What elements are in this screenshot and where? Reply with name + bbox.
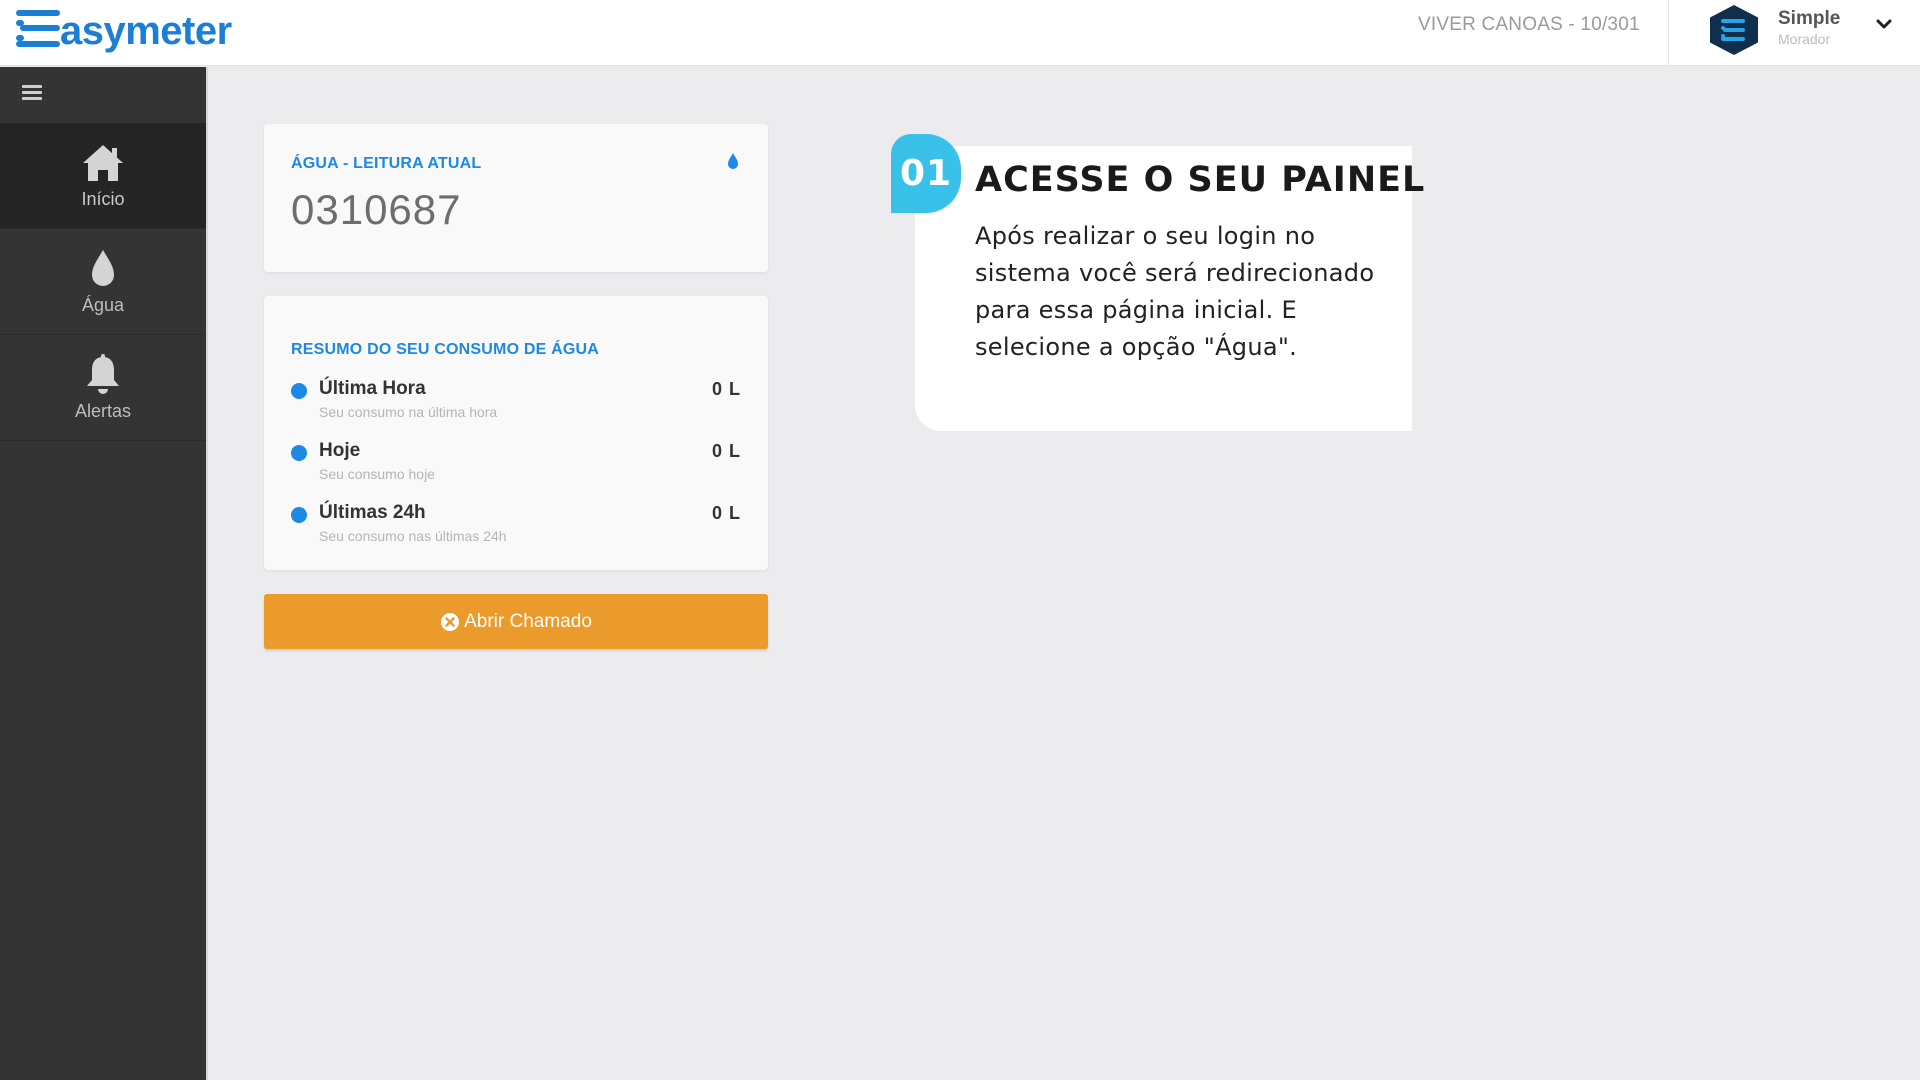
step-number-badge: 01 bbox=[891, 134, 961, 213]
avatar[interactable] bbox=[1710, 5, 1758, 55]
sidebar-item-inicio[interactable]: Início bbox=[0, 123, 206, 229]
summary-value: 0 L bbox=[711, 441, 741, 461]
summary-value: 0 L bbox=[711, 379, 741, 399]
current-reading-card: ÁGUA - LEITURA ATUAL 0310687 bbox=[264, 124, 768, 272]
summary-label: Últimas 24h bbox=[319, 502, 426, 523]
avatar-logo-icon bbox=[1721, 18, 1747, 42]
summary-label: Hoje bbox=[319, 440, 361, 461]
bullet-dot-icon bbox=[291, 507, 307, 523]
building-unit-label: VIVER CANOAS - 10/301 bbox=[1418, 14, 1640, 35]
consumption-summary-card: RESUMO DO SEU CONSUMO DE ÁGUA Última Hor… bbox=[264, 296, 768, 570]
bullet-dot-icon bbox=[291, 445, 307, 461]
summary-label: Última Hora bbox=[319, 378, 426, 399]
sidebar-item-label: Início bbox=[81, 189, 125, 209]
callout-title: ACESSE O SEU PAINEL bbox=[975, 160, 1426, 200]
sidebar: Início Água Alertas bbox=[0, 67, 208, 1080]
bell-icon bbox=[87, 354, 119, 394]
user-name[interactable]: Simple bbox=[1778, 8, 1840, 30]
chevron-down-icon[interactable] bbox=[1874, 14, 1894, 34]
top-header: asymeter VIVER CANOAS - 10/301 Simple Mo… bbox=[0, 0, 1920, 66]
sidebar-item-alertas[interactable]: Alertas bbox=[0, 335, 206, 441]
logo-text: asymeter bbox=[60, 8, 232, 53]
open-ticket-label: Abrir Chamado bbox=[464, 610, 592, 632]
water-drop-icon bbox=[728, 153, 738, 169]
user-role: Morador bbox=[1778, 31, 1831, 47]
sidebar-item-agua[interactable]: Água bbox=[0, 229, 206, 335]
callout-body: Após realizar o seu login no sistema voc… bbox=[975, 222, 1375, 361]
summary-card-title: RESUMO DO SEU CONSUMO DE ÁGUA bbox=[291, 341, 600, 358]
open-ticket-button[interactable]: Abrir Chamado bbox=[264, 594, 768, 649]
home-icon bbox=[83, 145, 123, 181]
close-circle-icon bbox=[441, 612, 460, 631]
summary-row-today: Hoje Seu consumo hoje 0 L bbox=[291, 440, 741, 490]
water-drop-icon bbox=[92, 250, 114, 286]
bullet-dot-icon bbox=[291, 383, 307, 399]
logo-e-icon bbox=[16, 7, 62, 49]
summary-description: Seu consumo nas últimas 24h bbox=[319, 528, 507, 544]
summary-description: Seu consumo na última hora bbox=[319, 404, 498, 420]
sidebar-item-label: Alertas bbox=[74, 401, 132, 421]
meter-reading-value: 0310687 bbox=[291, 186, 462, 233]
summary-description: Seu consumo hoje bbox=[319, 466, 435, 482]
summary-value: 0 L bbox=[711, 503, 741, 523]
summary-row-last-hour: Última Hora Seu consumo na última hora 0… bbox=[291, 378, 741, 428]
header-divider bbox=[1668, 0, 1669, 66]
hamburger-menu-icon[interactable] bbox=[22, 85, 42, 105]
easymeter-logo[interactable]: asymeter bbox=[16, 2, 232, 54]
summary-row-last-24h: Últimas 24h Seu consumo nas últimas 24h … bbox=[291, 502, 741, 552]
sidebar-item-label: Água bbox=[81, 295, 125, 315]
reading-card-title: ÁGUA - LEITURA ATUAL bbox=[291, 155, 482, 172]
